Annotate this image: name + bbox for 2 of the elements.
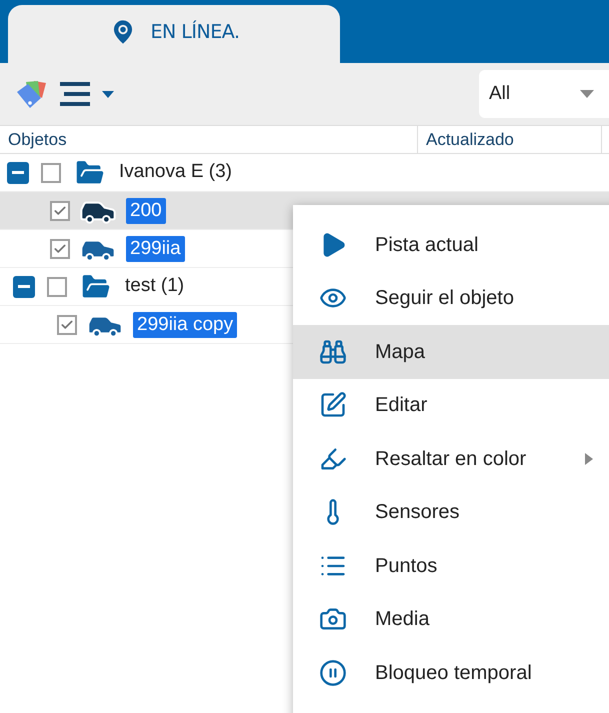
dropdown-value: All <box>489 82 510 106</box>
tab-label: EN LÍNEA. <box>150 19 240 45</box>
